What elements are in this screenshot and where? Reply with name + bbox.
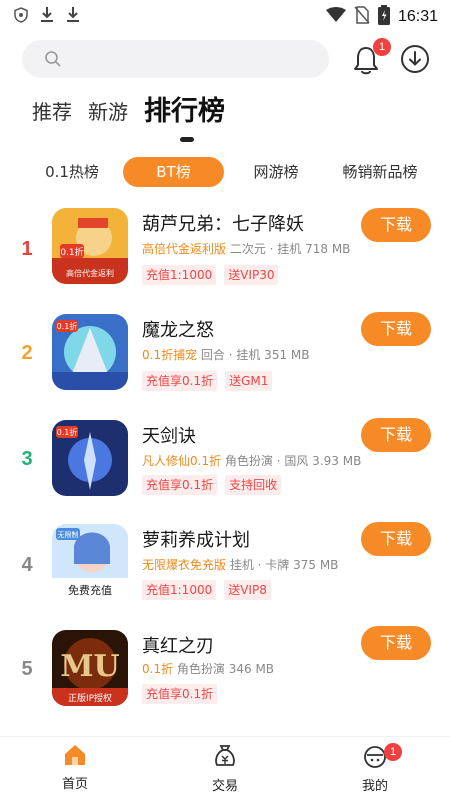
main-tabs: 推荐 新游 排行榜 — [32, 96, 225, 128]
tab-recommend[interactable]: 推荐 — [32, 96, 72, 128]
game-tag: 充值享0.1折 — [142, 371, 218, 391]
money-bag-icon — [212, 745, 238, 773]
game-name: 天剑诀 — [142, 426, 196, 447]
nav-mine[interactable]: 1 我的 — [340, 743, 410, 794]
tab-rankings[interactable]: 排行榜 — [144, 96, 225, 128]
game-meta: 无限爆衣免充版 挂机 · 卡牌 375 MB — [142, 556, 338, 573]
bell-icon — [351, 47, 381, 80]
clock: 16:31 — [397, 8, 438, 25]
download-button[interactable]: 下载 — [361, 626, 431, 660]
subtab-online[interactable]: 网游榜 — [240, 157, 312, 187]
game-tag: 送VIP30 — [224, 265, 279, 285]
game-icon: MU 正版IP授权 — [52, 630, 128, 706]
active-tab-indicator — [180, 137, 194, 142]
svg-text:高倍代金返利: 高倍代金返利 — [66, 268, 114, 278]
search-input[interactable] — [22, 40, 329, 78]
svg-text:0.1折: 0.1折 — [57, 321, 78, 331]
svg-text:免费充值: 免费充值 — [68, 583, 112, 597]
game-name: 真红之刃 — [142, 636, 214, 657]
game-tags: 充值享0.1折 — [142, 684, 218, 704]
game-tags: 充值享0.1折 支持回收 — [142, 475, 282, 495]
download-button[interactable]: 下载 — [361, 312, 431, 346]
download-status-icon — [66, 6, 80, 28]
game-tags: 充值1:1000 送VIP8 — [142, 580, 271, 600]
status-bar: 16:31 — [0, 0, 450, 32]
game-tag: 充值1:1000 — [142, 265, 217, 285]
nav-trade[interactable]: 交易 — [190, 743, 260, 794]
list-item[interactable]: 5 MU 正版IP授权 真红之刃 0.1折 角色扮演 346 MB 充值享0.1折… — [0, 624, 450, 724]
subtab-bt[interactable]: BT榜 — [123, 157, 224, 187]
nav-home[interactable]: 首页 — [40, 743, 110, 792]
rank-number: 3 — [21, 448, 33, 470]
wifi-icon — [325, 7, 346, 27]
notification-button[interactable]: 1 — [351, 38, 391, 80]
game-meta: 0.1折捕宠 回合 · 挂机 351 MB — [142, 346, 310, 363]
nav-trade-label: 交易 — [211, 779, 238, 794]
game-tags: 充值1:1000 送VIP30 — [142, 265, 279, 285]
game-name: 魔龙之怒 — [142, 320, 214, 341]
profile-icon — [362, 746, 388, 773]
subtab-bestseller-new[interactable]: 畅销新品榜 — [330, 157, 430, 187]
game-promo: 高倍代金返利版 — [142, 242, 227, 256]
mine-badge: 1 — [384, 743, 402, 761]
download-button[interactable]: 下载 — [361, 522, 431, 556]
rank-number: 5 — [21, 658, 33, 680]
download-manager-button[interactable] — [400, 44, 430, 74]
rank-number: 4 — [21, 554, 33, 576]
bottom-navigation: 首页 交易 1 我的 — [0, 736, 450, 800]
list-item[interactable]: 4 无限制 免费充值 萝莉养成计划 无限爆衣免充版 挂机 · 卡牌 375 MB … — [0, 518, 450, 618]
game-icon: 0.1折 — [52, 420, 128, 496]
game-promo: 无限爆衣免充版 — [142, 558, 227, 572]
rank-number: 1 — [21, 238, 33, 260]
rank-number: 2 — [21, 342, 33, 364]
nav-mine-label: 我的 — [361, 779, 388, 794]
ranking-sub-tabs: 0.1热榜 BT榜 网游榜 畅销新品榜 — [0, 157, 450, 187]
game-icon: 无限制免费充值 — [52, 524, 128, 600]
svg-text:MU: MU — [60, 649, 119, 684]
download-circle-icon — [400, 45, 430, 78]
list-item[interactable]: 2 0.1折 魔龙之怒 0.1折捕宠 回合 · 挂机 351 MB 充值享0.1… — [0, 306, 450, 406]
game-promo: 0.1折捕宠 — [142, 348, 198, 362]
nav-home-label: 首页 — [61, 777, 88, 792]
game-tag: 充值1:1000 — [142, 580, 217, 600]
game-name: 萝莉养成计划 — [142, 530, 250, 551]
game-tag: 送GM1 — [225, 371, 273, 391]
game-icon: 0.1折高倍代金返利 — [52, 208, 128, 284]
game-tag: 充值享0.1折 — [142, 684, 218, 704]
game-info: 二次元 · 挂机 718 MB — [229, 242, 351, 256]
svg-text:0.1折: 0.1折 — [57, 427, 78, 437]
game-promo: 凡人修仙0.1折 — [142, 454, 222, 468]
game-meta: 凡人修仙0.1折 角色扮演 · 国风 3.93 MB — [142, 452, 361, 469]
game-tag: 送VIP8 — [224, 580, 271, 600]
game-tags: 充值享0.1折 送GM1 — [142, 371, 273, 391]
download-status-icon — [40, 6, 54, 28]
list-item[interactable]: 3 0.1折 天剑诀 凡人修仙0.1折 角色扮演 · 国风 3.93 MB 充值… — [0, 412, 450, 512]
svg-text:无限制: 无限制 — [58, 530, 79, 539]
svg-text:0.1折: 0.1折 — [60, 246, 83, 258]
search-icon — [44, 50, 62, 72]
home-icon — [62, 745, 88, 771]
game-meta: 0.1折 角色扮演 346 MB — [142, 660, 274, 677]
game-info: 角色扮演 346 MB — [176, 662, 275, 676]
shield-icon — [14, 7, 28, 27]
game-icon: 0.1折 — [52, 314, 128, 390]
download-button[interactable]: 下载 — [361, 208, 431, 242]
svg-text:正版IP授权: 正版IP授权 — [68, 692, 112, 704]
game-info: 回合 · 挂机 351 MB — [200, 348, 310, 362]
game-name: 葫芦兄弟：七子降妖 — [142, 214, 304, 235]
game-info: 角色扮演 · 国风 3.93 MB — [224, 454, 362, 468]
battery-icon — [377, 5, 390, 29]
list-item[interactable]: 1 0.1折高倍代金返利 葫芦兄弟：七子降妖 高倍代金返利版 二次元 · 挂机 … — [0, 200, 450, 300]
subtab-hot[interactable]: 0.1热榜 — [36, 157, 108, 187]
game-tag: 支持回收 — [225, 475, 282, 495]
game-tag: 充值享0.1折 — [142, 475, 218, 495]
game-meta: 高倍代金返利版 二次元 · 挂机 718 MB — [142, 240, 350, 257]
game-promo: 0.1折 — [142, 662, 174, 676]
tab-new-games[interactable]: 新游 — [88, 96, 128, 128]
game-info: 挂机 · 卡牌 375 MB — [229, 558, 339, 572]
no-sim-icon — [354, 6, 370, 28]
notification-badge: 1 — [373, 38, 391, 56]
download-button[interactable]: 下载 — [361, 418, 431, 452]
